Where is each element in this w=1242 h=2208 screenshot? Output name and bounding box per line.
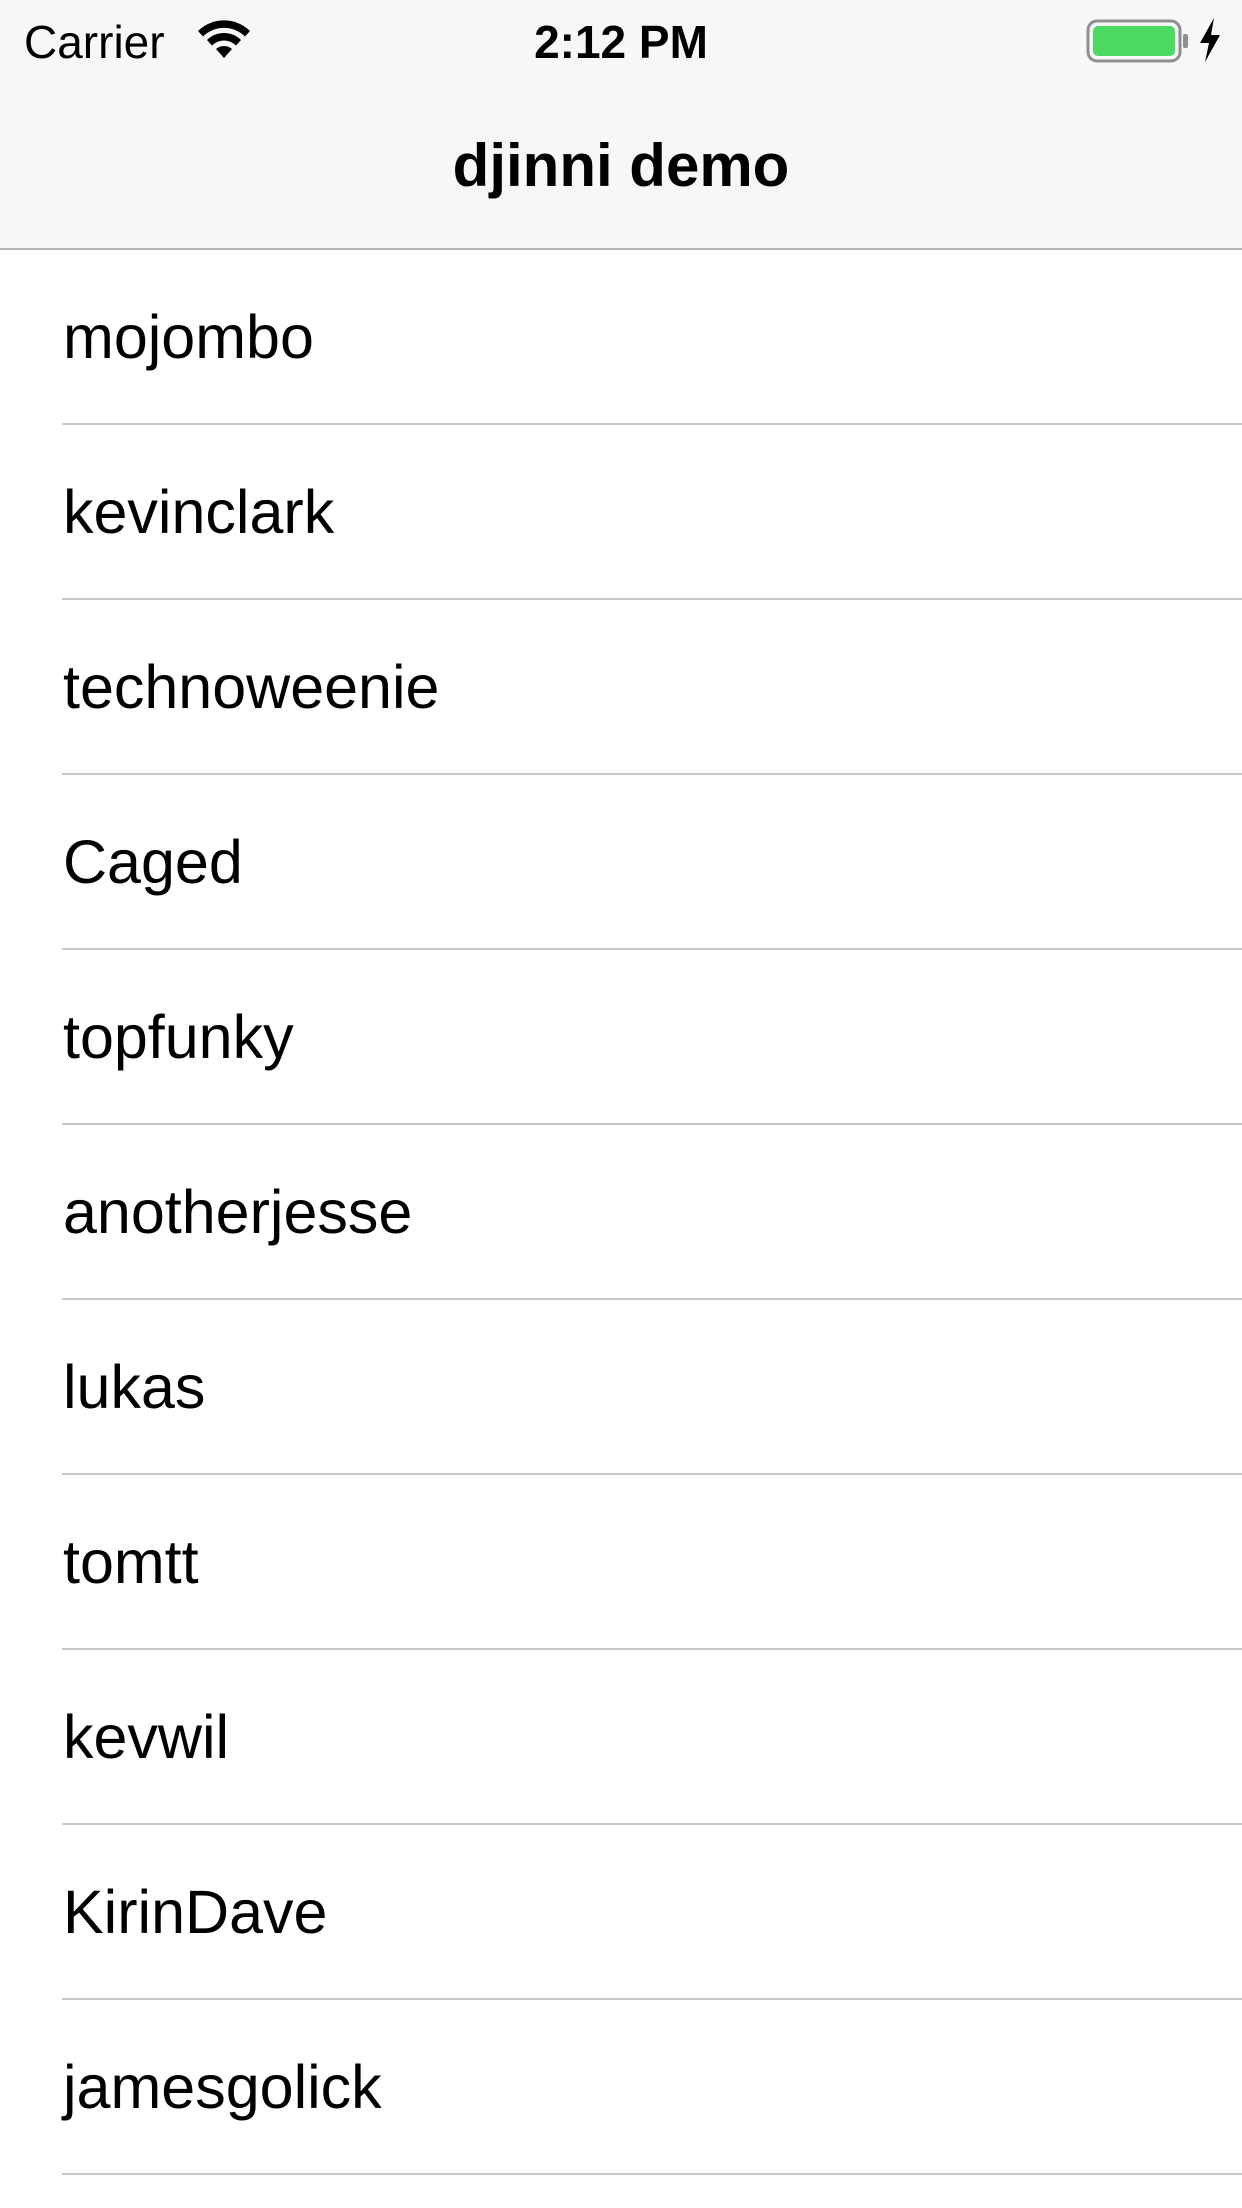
list-item[interactable]: kevinclark [0,425,1242,600]
list-item-label: technoweenie [63,653,440,721]
list-item-label: jamesgolick [63,2053,382,2121]
user-list[interactable]: mojombo kevinclark technoweenie Caged to… [0,250,1242,2175]
list-item-label: anotherjesse [63,1178,413,1246]
status-bar: Carrier 2:12 PM [0,0,1242,82]
list-item-label: Caged [63,828,243,896]
list-item[interactable]: anotherjesse [0,1125,1242,1300]
battery-icon [1086,19,1188,63]
list-item[interactable]: topfunky [0,950,1242,1125]
navigation-header: Carrier 2:12 PM djinni demo [0,0,1242,250]
list-item-label: kevwil [63,1703,230,1771]
list-item-label: tomtt [63,1528,199,1596]
app-screen: Carrier 2:12 PM djinni demo mojombo kevi… [0,0,1242,2208]
list-item-label: mojombo [63,303,314,371]
list-item[interactable]: Caged [0,775,1242,950]
list-item[interactable]: lukas [0,1300,1242,1475]
list-item[interactable]: mojombo [0,250,1242,425]
list-item-label: kevinclark [63,478,335,546]
charging-bolt-icon [1200,18,1220,62]
list-item-label: KirinDave [63,1878,328,1946]
list-item[interactable]: technoweenie [0,600,1242,775]
list-item[interactable]: KirinDave [0,1825,1242,2000]
list-item[interactable]: tomtt [0,1475,1242,1650]
row-separator [62,2173,1242,2175]
list-item[interactable]: jamesgolick [0,2000,1242,2175]
status-time: 2:12 PM [534,16,708,68]
page-title: djinni demo [452,132,790,199]
list-item-label: topfunky [63,1003,294,1071]
list-item[interactable]: kevwil [0,1650,1242,1825]
list-item-label: lukas [63,1353,206,1421]
